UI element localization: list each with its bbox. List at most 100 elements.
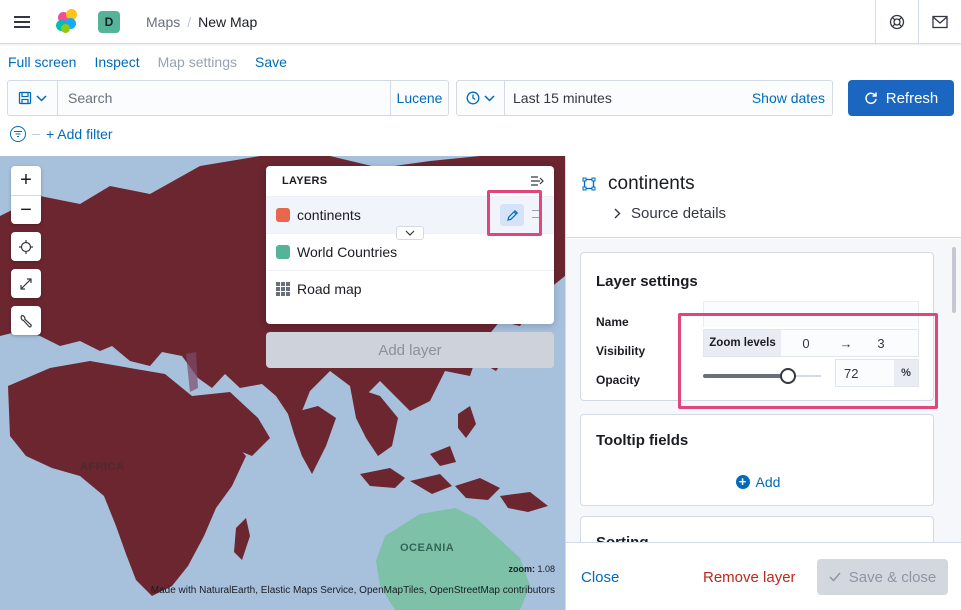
fit-to-data-button[interactable] xyxy=(11,269,41,298)
layer-name: Road map xyxy=(297,281,362,297)
breadcrumb-current: New Map xyxy=(198,13,258,30)
grid-icon xyxy=(276,282,290,296)
layers-title: LAYERS xyxy=(282,175,328,187)
layers-header: LAYERS xyxy=(266,166,554,196)
add-tooltip-field-button[interactable]: + Add xyxy=(581,474,935,490)
wrench-icon xyxy=(20,314,32,327)
show-dates-button[interactable]: Show dates xyxy=(752,90,832,106)
mail-icon xyxy=(932,15,948,29)
add-label: Add xyxy=(755,474,781,490)
space-avatar[interactable]: D xyxy=(98,10,120,33)
filter-bar: + Add filter xyxy=(10,122,113,146)
source-details-label: Source details xyxy=(631,205,727,222)
layer-swatch xyxy=(276,245,290,259)
sorting-card: Sorting xyxy=(580,516,934,542)
add-filter-button[interactable]: + Add filter xyxy=(46,126,113,142)
source-details-toggle[interactable]: Source details xyxy=(614,205,726,222)
elastic-logo-icon[interactable] xyxy=(44,0,84,44)
app-top-nav: Full screen Inspect Map settings Save xyxy=(0,44,305,80)
polygon-layer-icon xyxy=(582,177,596,191)
expand-icon xyxy=(20,277,32,290)
saved-queries-button[interactable] xyxy=(8,81,58,115)
query-language-button[interactable]: Lucene xyxy=(390,81,448,115)
name-label: Name xyxy=(596,315,629,329)
refresh-label: Refresh xyxy=(885,89,939,107)
time-range-display[interactable]: Last 15 minutes xyxy=(505,90,752,106)
chevron-down-icon xyxy=(36,94,47,102)
save-close-label: Save & close xyxy=(848,568,937,586)
zoom-min-input[interactable]: 0 xyxy=(781,336,831,351)
opacity-slider-fill xyxy=(703,374,788,378)
fullscreen-control xyxy=(11,269,41,298)
refresh-button[interactable]: Refresh xyxy=(848,80,954,116)
add-layer-button[interactable]: Add layer xyxy=(266,332,554,368)
map-label-oceania: OCEANIA xyxy=(400,542,455,554)
percent-label: % xyxy=(894,360,918,386)
plus-icon: + xyxy=(20,169,32,191)
top-header: D Maps / New Map xyxy=(0,0,961,44)
opacity-slider-thumb[interactable] xyxy=(779,368,796,384)
layer-row-continents[interactable]: continents xyxy=(266,196,554,240)
layer-name: continents xyxy=(297,207,361,223)
opacity-value-input[interactable]: 72 xyxy=(836,360,894,386)
newsfeed-button[interactable] xyxy=(918,0,961,44)
opacity-label: Opacity xyxy=(596,373,641,387)
pencil-icon xyxy=(506,209,518,221)
check-icon xyxy=(829,572,841,582)
zoom-max-input[interactable]: 3 xyxy=(861,336,901,351)
zoom-in-button[interactable]: + xyxy=(11,166,41,195)
plus-circle-icon: + xyxy=(735,475,750,489)
layer-editor-header: continents Source details xyxy=(566,156,961,238)
map-label-africa: AFRICA xyxy=(80,461,125,473)
arrow-right-icon: → xyxy=(839,335,853,351)
refresh-icon xyxy=(865,92,877,105)
search-group: Search Lucene xyxy=(7,80,449,116)
close-button[interactable]: Close xyxy=(581,569,619,586)
inspect-link[interactable]: Inspect xyxy=(94,54,139,70)
zoom-range-input: Zoom levels 0 → 3 xyxy=(703,329,919,357)
set-view-button[interactable] xyxy=(11,232,41,261)
clock-icon xyxy=(466,91,480,105)
breadcrumb-maps[interactable]: Maps xyxy=(146,14,180,30)
layer-editor-title: continents xyxy=(582,173,695,195)
layer-name-input[interactable] xyxy=(703,301,919,327)
drag-handle-icon[interactable] xyxy=(532,210,540,218)
zoom-out-button[interactable]: − xyxy=(11,195,41,224)
scrollbar[interactable] xyxy=(952,247,956,313)
map-attribution[interactable]: Made with NaturalEarth, Elastic Maps Ser… xyxy=(151,585,555,596)
collapse-panel-icon[interactable] xyxy=(530,175,544,187)
filter-options-icon[interactable] xyxy=(10,126,26,142)
tooltip-fields-title: Tooltip fields xyxy=(596,432,689,449)
map-controls: + − xyxy=(11,166,41,343)
search-input[interactable]: Search xyxy=(58,81,390,115)
zoom-readout: zoom: 1.08 xyxy=(508,564,555,574)
breadcrumb-separator: / xyxy=(187,13,192,30)
menu-toggle-button[interactable] xyxy=(0,0,44,44)
minus-icon: − xyxy=(20,198,32,221)
remove-layer-button[interactable]: Remove layer xyxy=(703,569,796,586)
opacity-slider[interactable] xyxy=(703,368,821,384)
zoom-readout-label: zoom: xyxy=(508,564,535,574)
layer-editor-name: continents xyxy=(608,173,695,194)
map-settings-link[interactable]: Map settings xyxy=(158,54,237,70)
layer-settings-card: Layer settings Name Visibility Zoom leve… xyxy=(580,252,934,401)
help-button[interactable] xyxy=(875,0,918,44)
sorting-title: Sorting xyxy=(596,534,649,542)
save-link[interactable]: Save xyxy=(255,54,287,70)
full-screen-link[interactable]: Full screen xyxy=(8,54,76,70)
tools-button[interactable] xyxy=(11,306,41,335)
help-lifebuoy-icon xyxy=(889,14,905,30)
layer-row-road-map[interactable]: Road map xyxy=(266,270,554,307)
edit-layer-button[interactable] xyxy=(500,204,524,226)
save-close-button[interactable]: Save & close xyxy=(817,559,948,595)
layer-editor-panel: continents Source details Layer settings… xyxy=(565,156,961,610)
set-view-control xyxy=(11,232,41,261)
zoom-levels-label: Zoom levels xyxy=(704,330,781,356)
expand-layer-button[interactable] xyxy=(396,226,424,240)
chevron-right-icon xyxy=(614,208,621,219)
layer-editor-footer: Close Remove layer Save & close xyxy=(566,542,961,610)
breadcrumb: Maps / New Map xyxy=(146,14,257,30)
filter-divider xyxy=(32,133,40,135)
tools-control xyxy=(11,306,41,335)
quick-date-button[interactable] xyxy=(457,81,505,115)
